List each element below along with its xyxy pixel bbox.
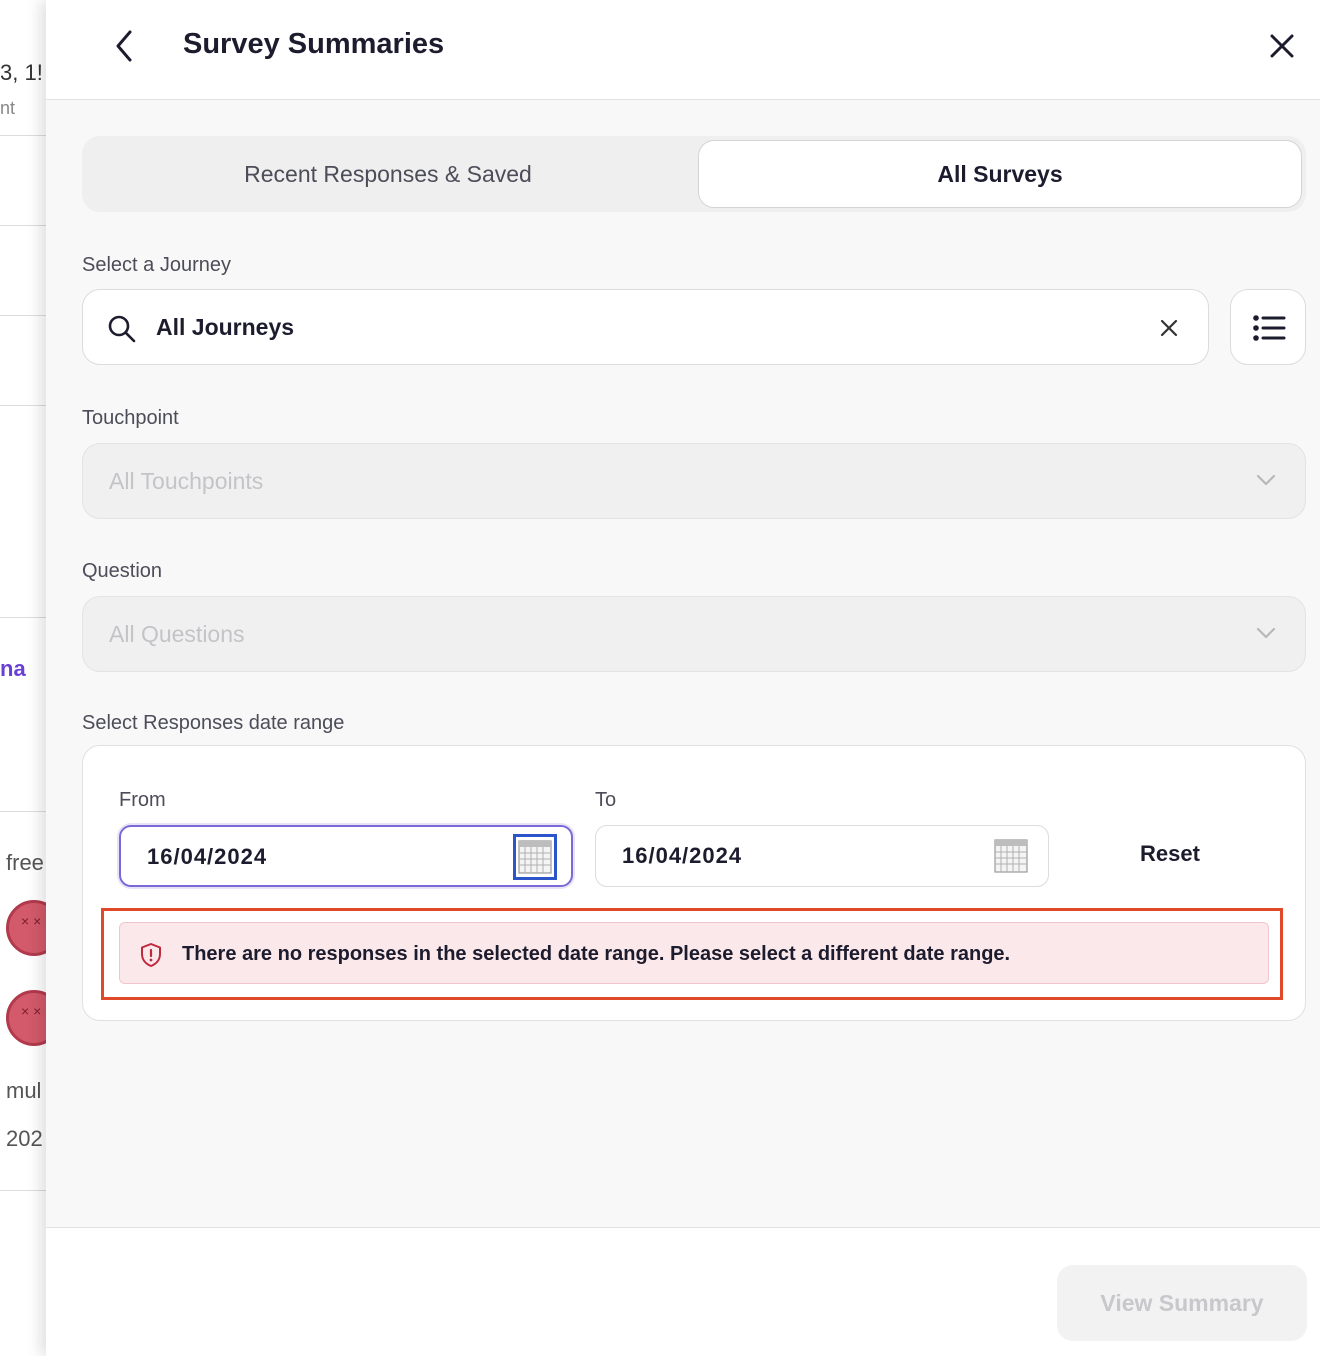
from-date-value: 16/04/2024: [147, 844, 268, 869]
shield-warning-icon: [141, 943, 161, 967]
reset-button[interactable]: Reset: [1140, 841, 1200, 867]
close-button[interactable]: [1266, 28, 1298, 64]
bg-divider: [0, 405, 46, 406]
date-range-label: Select Responses date range: [82, 712, 345, 734]
survey-summaries-drawer: Survey Summaries Recent Responses & Save…: [46, 0, 1320, 1356]
to-label: To: [595, 789, 617, 811]
bg-row-text: 3, 1!: [0, 60, 43, 85]
calendar-icon[interactable]: [992, 836, 1030, 876]
bg-divider: [0, 135, 46, 136]
journey-label: Select a Journey: [82, 254, 231, 276]
list-icon: [1253, 315, 1286, 341]
page-title: Survey Summaries: [183, 28, 445, 60]
view-summary-button[interactable]: View Summary: [1057, 1265, 1307, 1341]
bg-divider: [0, 315, 46, 316]
bg-divider: [0, 811, 46, 812]
journey-search-value: All Journeys: [156, 314, 295, 340]
close-icon: [1270, 34, 1294, 58]
chevron-down-icon: [1256, 474, 1276, 486]
bg-row-subtext: nt: [0, 98, 16, 118]
from-date-input[interactable]: 16/04/2024: [119, 825, 573, 887]
bg-divider: [0, 1190, 46, 1191]
tab-all-surveys[interactable]: All Surveys: [698, 140, 1302, 208]
journey-list-button[interactable]: [1230, 289, 1306, 365]
bg-link: na: [0, 656, 26, 681]
touchpoint-select-value: All Touchpoints: [109, 468, 264, 494]
bg-free-text: free: [6, 850, 44, 875]
touchpoint-label: Touchpoint: [82, 407, 179, 429]
to-date-input[interactable]: 16/04/2024: [595, 825, 1049, 887]
drawer-header: Survey Summaries: [46, 0, 1320, 100]
touchpoint-select[interactable]: All Touchpoints: [82, 443, 1306, 519]
back-button[interactable]: [108, 26, 140, 66]
no-responses-alert: There are no responses in the selected d…: [119, 922, 1269, 984]
search-icon: [108, 315, 136, 343]
chevron-left-icon: [116, 30, 132, 62]
tab-bar: Recent Responses & Saved All Surveys: [82, 136, 1306, 212]
alert-message: There are no responses in the selected d…: [182, 943, 1011, 965]
tab-recent-responses[interactable]: Recent Responses & Saved: [86, 140, 690, 208]
from-label: From: [119, 789, 166, 811]
bg-mult-text: mul: [6, 1078, 42, 1103]
date-range-card: From 16/04/2024 To 16/04/2024 Reset Ther…: [82, 745, 1306, 1021]
bg-divider: [0, 617, 46, 618]
calendar-icon[interactable]: [513, 834, 557, 880]
drawer-footer: View Summary: [46, 1227, 1320, 1356]
question-label: Question: [82, 560, 163, 582]
bg-divider: [0, 225, 46, 226]
bg-year-text: 202: [6, 1126, 43, 1151]
clear-icon[interactable]: [1157, 316, 1181, 340]
to-date-value: 16/04/2024: [622, 843, 743, 868]
question-select[interactable]: All Questions: [82, 596, 1306, 672]
chevron-down-icon: [1256, 627, 1276, 639]
question-select-value: All Questions: [109, 621, 245, 647]
journey-search-input[interactable]: All Journeys: [82, 289, 1209, 365]
